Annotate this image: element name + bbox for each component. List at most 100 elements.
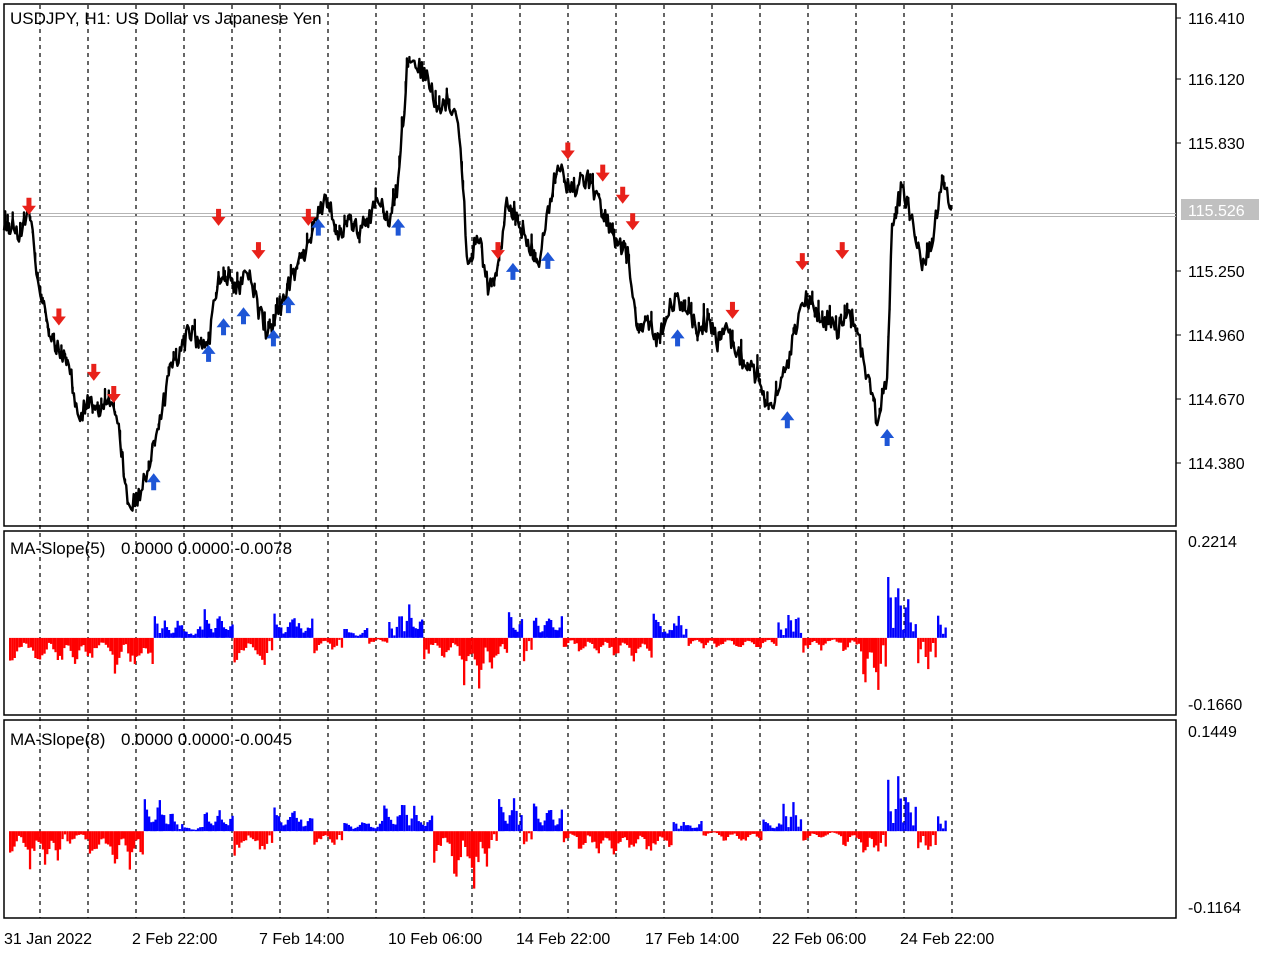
ma-slope-5-name: MA-Slope(5) [10, 539, 105, 558]
histogram-bar [207, 821, 211, 832]
histogram-bar [822, 831, 825, 837]
histogram-bar [265, 831, 269, 844]
histogram-bar [427, 637, 430, 654]
histogram-bar [203, 814, 206, 832]
histogram-bar [145, 809, 149, 832]
histogram-bar [588, 637, 592, 643]
histogram-bar [214, 628, 217, 638]
histogram-bar [265, 637, 269, 653]
histogram-bar [577, 831, 581, 849]
chart-canvas: USDJPY, H1: US Dollar vs Japanese Yen MA… [0, 0, 1282, 960]
histogram-bar [811, 831, 814, 834]
histogram-bar [628, 637, 631, 648]
histogram-bar [554, 629, 557, 638]
histogram-bar [922, 637, 925, 642]
histogram-bar [550, 620, 553, 638]
histogram-bar [412, 626, 415, 638]
histogram-bar [495, 637, 498, 656]
histogram-bar [231, 815, 234, 832]
histogram-bar [345, 823, 348, 832]
histogram-bar [129, 637, 132, 662]
histogram-bar [634, 637, 638, 654]
histogram-bar [919, 637, 922, 650]
histogram-bar [29, 637, 32, 648]
histogram-bar [229, 626, 232, 638]
histogram-bar [461, 831, 465, 841]
histogram-bar [374, 637, 378, 641]
histogram-bar [93, 637, 96, 649]
histogram-bar [735, 637, 738, 646]
histogram-bar [393, 635, 396, 638]
histogram-bar [400, 805, 404, 832]
histogram-bar [424, 825, 427, 832]
histogram-bar [706, 637, 710, 643]
histogram-bar [626, 637, 629, 646]
histogram-bar [602, 831, 605, 841]
histogram-bar [178, 625, 181, 638]
histogram-bar [73, 831, 76, 839]
histogram-bar [661, 632, 664, 638]
histogram-bar [181, 824, 184, 832]
histogram-bar [713, 831, 716, 833]
histogram-bar [33, 831, 36, 851]
histogram-bar [97, 637, 101, 646]
histogram-bar [183, 631, 186, 638]
histogram-bar [379, 637, 382, 640]
histogram-bar [595, 637, 598, 651]
histogram-bar [787, 827, 790, 832]
histogram-bar [632, 637, 635, 662]
histogram-bar [403, 805, 406, 832]
histogram-bar [426, 822, 429, 832]
histogram-bar [846, 637, 849, 648]
histogram-bar [190, 633, 193, 638]
histogram-bar [547, 810, 551, 832]
histogram-bar [212, 632, 215, 638]
histogram-bar [284, 824, 287, 832]
histogram-bar [203, 609, 206, 638]
histogram-bar [445, 637, 448, 653]
histogram-bar [904, 607, 907, 638]
histogram-bar [766, 823, 770, 832]
histogram-bar [56, 831, 59, 861]
histogram-bar [304, 630, 307, 638]
histogram-bar [122, 831, 125, 839]
time-tick-label: 31 Jan 2022 [4, 931, 92, 948]
histogram-bar [554, 825, 557, 832]
histogram-bar [604, 831, 607, 838]
histogram-bar [82, 637, 85, 646]
histogram-bar [759, 637, 762, 648]
histogram-bar [122, 637, 125, 645]
histogram-bar [702, 831, 705, 836]
histogram-bar [634, 831, 638, 844]
histogram-bar [238, 831, 241, 848]
histogram-bar [753, 831, 756, 834]
histogram-bar [539, 632, 542, 638]
histogram-bar [882, 637, 885, 646]
histogram-bar [820, 831, 823, 838]
histogram-bar [275, 815, 278, 832]
histogram-bar [909, 812, 912, 832]
histogram-bar [656, 831, 659, 841]
histogram-bar [552, 819, 555, 832]
histogram-bar [354, 827, 357, 832]
histogram-bar [295, 626, 298, 638]
histogram-bar [268, 831, 271, 836]
histogram-bar [263, 637, 266, 665]
histogram-bar [842, 637, 845, 651]
time-tick-label: 2 Feb 22:00 [132, 931, 218, 948]
histogram-bar [468, 831, 471, 859]
histogram-bar [338, 637, 341, 640]
histogram-bar [575, 831, 578, 837]
histogram-bar [897, 776, 900, 832]
histogram-bar [454, 637, 457, 645]
histogram-bar [394, 824, 397, 832]
histogram-bar [715, 637, 718, 648]
histogram-bar [632, 831, 635, 847]
histogram-bar [562, 831, 566, 843]
histogram-bar [619, 831, 622, 842]
histogram-bar [235, 831, 239, 845]
histogram-bar [449, 637, 452, 648]
histogram-bar [879, 831, 882, 843]
histogram-bar [520, 815, 523, 832]
histogram-bar [313, 637, 316, 654]
